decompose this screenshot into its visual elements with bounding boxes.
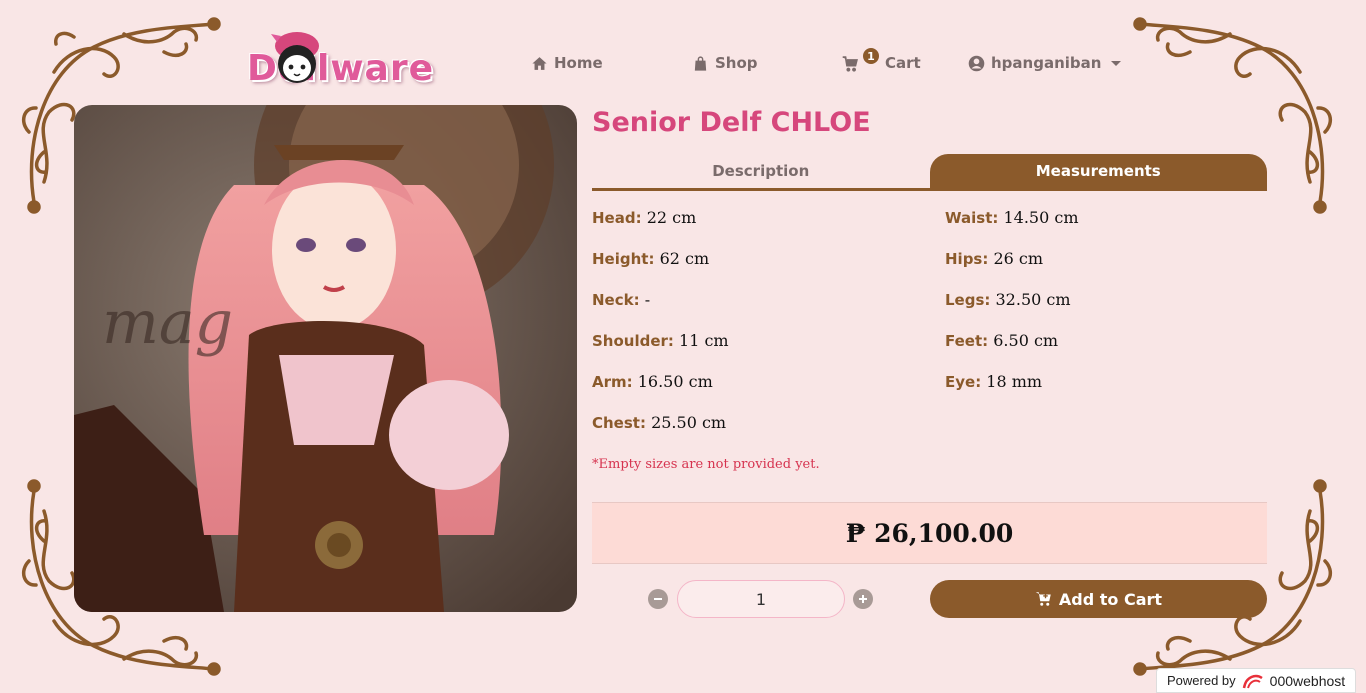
measurement-value: 26 cm [993,249,1044,268]
measurement-row: Feet: 6.50 cm [945,331,1079,372]
measurement-row: Arm: 16.50 cm [592,372,729,413]
measurement-label: Legs: [945,291,991,309]
product-image: mag [74,105,577,612]
host-name: 000webhost [1269,672,1346,689]
powered-by-label: Powered by [1167,673,1236,688]
nav-cart[interactable]: 1 Cart [842,48,921,72]
empty-sizes-note: *Empty sizes are not provided yet. [592,457,820,472]
chevron-down-icon [1111,60,1122,66]
measurement-value: 32.50 cm [995,290,1071,309]
measurement-row: Hips: 26 cm [945,249,1079,290]
shopping-bag-icon [694,55,707,71]
plus-icon [859,595,867,603]
powered-by-badge[interactable]: Powered by 000webhost [1156,668,1356,693]
measurement-row: Height: 62 cm [592,249,729,290]
measurement-row: Shoulder: 11 cm [592,331,729,372]
add-to-cart-label: Add to Cart [1058,589,1163,609]
measurement-label: Shoulder: [592,332,674,350]
quantity-increase-button[interactable] [853,589,873,609]
add-to-cart-button[interactable]: Add to Cart [930,580,1267,618]
measurement-value: 11 cm [679,331,729,350]
nav-home[interactable]: Home [531,54,603,72]
tab-description[interactable]: Description [592,154,930,188]
doll-face-logo-icon [271,32,319,83]
nav-home-label: Home [554,54,603,72]
measurement-row: Waist: 14.50 cm [945,208,1079,249]
cart-icon [842,55,858,72]
svg-text:mag: mag [102,288,233,358]
webhost-logo-icon [1242,674,1263,688]
measurement-row: Eye: 18 mm [945,372,1079,413]
nav-cart-label: Cart [885,54,921,72]
measurement-value: - [644,290,651,309]
nav-shop-label: Shop [715,54,758,72]
measurement-row: Chest: 25.50 cm [592,413,729,454]
product-tabs: Description Measurements [592,154,1267,191]
measurement-value: 18 mm [986,372,1043,391]
measurement-label: Hips: [945,250,989,268]
measurement-value: 22 cm [646,208,697,227]
home-icon [532,56,547,70]
measurement-value: 62 cm [659,249,710,268]
minus-icon [654,598,662,600]
cart-count-badge: 1 [863,48,879,64]
measurement-value: 16.50 cm [637,372,713,391]
quantity-input[interactable] [677,580,845,618]
cart-plus-icon [1035,592,1051,606]
measurement-value: 25.50 cm [651,413,727,432]
user-circle-icon [968,55,985,71]
measurement-label: Head: [592,209,642,227]
measurement-label: Eye: [945,373,982,391]
measurement-label: Neck: [592,291,640,309]
quantity-decrease-button[interactable] [648,589,668,609]
measurement-value: 6.50 cm [993,331,1059,350]
tab-measurements[interactable]: Measurements [929,154,1267,188]
site-logo[interactable]: Dollware [243,20,483,90]
measurement-value: 14.50 cm [1003,208,1079,227]
measurement-label: Chest: [592,414,646,432]
product-title: Senior Delf CHLOE [592,107,871,138]
doll-photo: mag [74,105,577,612]
measurement-label: Waist: [945,209,999,227]
measurement-label: Height: [592,250,655,268]
measurement-row: Head: 22 cm [592,208,729,249]
product-price: ₱ 26,100.00 [592,502,1267,564]
username-label: hpanganiban [991,54,1102,72]
nav-shop[interactable]: Shop [692,54,758,72]
measurements-left-column: Head: 22 cm Height: 62 cm Neck: - Should… [592,208,729,454]
measurement-label: Arm: [592,373,633,391]
measurement-row: Neck: - [592,290,729,331]
measurement-label: Feet: [945,332,989,350]
measurement-row: Legs: 32.50 cm [945,290,1079,331]
user-menu-dropdown[interactable]: hpanganiban [968,54,1122,72]
measurements-right-column: Waist: 14.50 cm Hips: 26 cm Legs: 32.50 … [945,208,1079,413]
